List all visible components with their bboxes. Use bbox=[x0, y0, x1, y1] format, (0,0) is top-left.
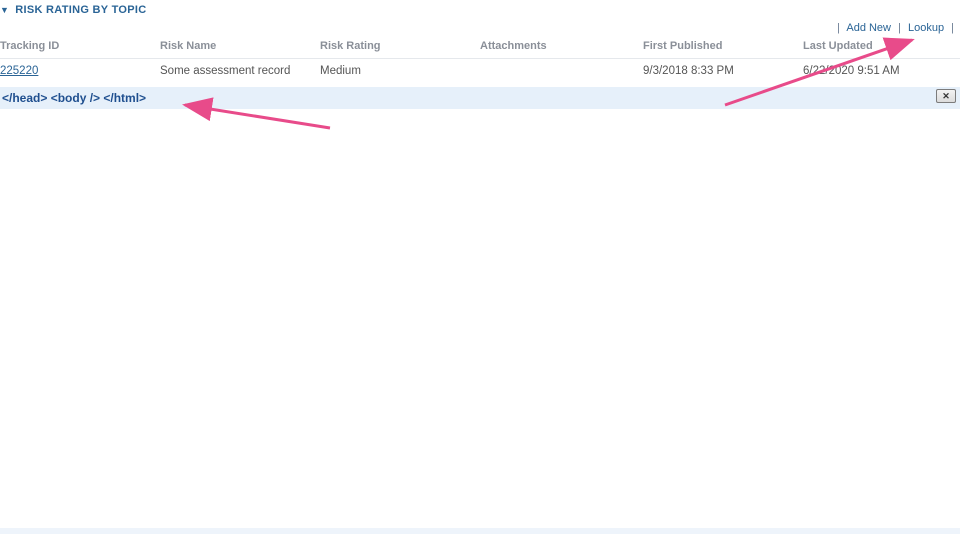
cell-risk-rating: Medium bbox=[320, 59, 480, 84]
close-icon: ✕ bbox=[942, 92, 950, 101]
action-sep: | bbox=[898, 22, 901, 34]
action-sep: | bbox=[837, 22, 840, 34]
cell-attachments bbox=[480, 59, 643, 84]
lookup-link[interactable]: Lookup bbox=[908, 22, 944, 34]
bottom-bar bbox=[0, 528, 960, 534]
actions-bar: | Add New | Lookup | bbox=[0, 20, 960, 36]
action-sep: | bbox=[951, 22, 954, 34]
col-tracking-id[interactable]: Tracking ID bbox=[0, 36, 160, 59]
inline-edit-row[interactable]: </head> <body /> </html> ✕ bbox=[0, 87, 960, 109]
section-header[interactable]: ▼ RISK RATING BY TOPIC bbox=[0, 0, 960, 20]
col-first-published[interactable]: First Published bbox=[643, 36, 803, 59]
col-attachments[interactable]: Attachments bbox=[480, 36, 643, 59]
col-last-updated[interactable]: Last Updated bbox=[803, 36, 960, 59]
section-title: RISK RATING BY TOPIC bbox=[15, 4, 146, 16]
table-row[interactable]: 225220 Some assessment record Medium 9/3… bbox=[0, 59, 960, 84]
cell-first-published: 9/3/2018 8:33 PM bbox=[643, 59, 803, 84]
tracking-id-link[interactable]: 225220 bbox=[0, 65, 38, 77]
col-risk-name[interactable]: Risk Name bbox=[160, 36, 320, 59]
cell-last-updated: 6/22/2020 9:51 AM bbox=[803, 59, 960, 84]
collapse-triangle-icon[interactable]: ▼ bbox=[0, 5, 9, 15]
table-header-row: Tracking ID Risk Name Risk Rating Attach… bbox=[0, 36, 960, 59]
cell-risk-name: Some assessment record bbox=[160, 59, 320, 84]
add-new-link[interactable]: Add New bbox=[846, 22, 891, 34]
delete-button[interactable]: ✕ bbox=[936, 89, 956, 103]
inline-edit-text: </head> <body /> </html> bbox=[2, 91, 146, 105]
risk-table: Tracking ID Risk Name Risk Rating Attach… bbox=[0, 36, 960, 83]
col-risk-rating[interactable]: Risk Rating bbox=[320, 36, 480, 59]
